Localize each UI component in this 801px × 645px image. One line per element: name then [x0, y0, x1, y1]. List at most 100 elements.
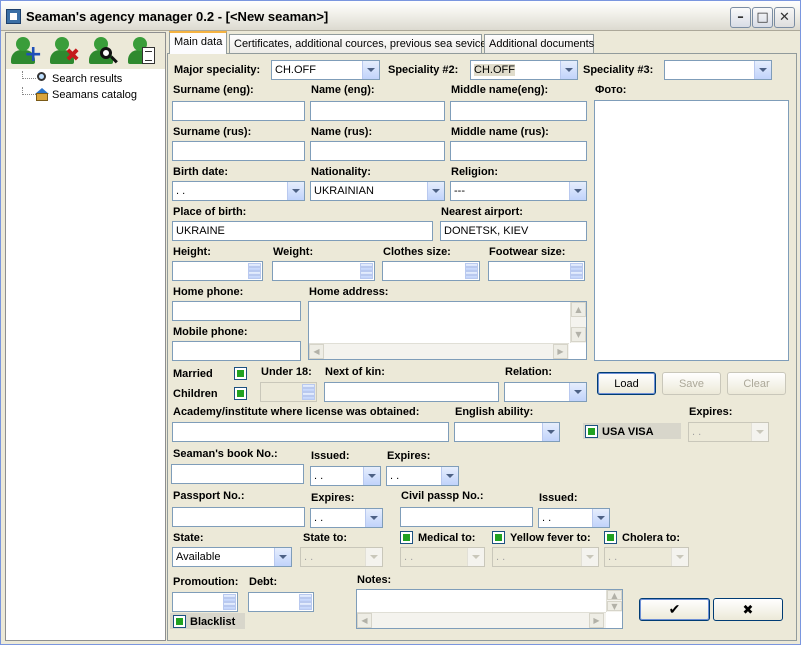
speciality2-select[interactable]: CH.OFF — [470, 60, 578, 80]
load-photo-button[interactable]: Load — [597, 372, 656, 395]
birth-date-picker[interactable]: . . — [172, 181, 305, 201]
horizontal-scrollbar[interactable]: ◀ ▶ — [357, 612, 606, 628]
surname-eng-field[interactable] — [172, 101, 305, 121]
notes-textarea[interactable]: ▲ ▼ ◀ ▶ — [356, 589, 623, 629]
home-address-label: Home address: — [309, 286, 389, 298]
mobile-phone-field[interactable] — [172, 341, 301, 361]
spin-up-icon[interactable] — [465, 263, 478, 271]
tab-additional-documents[interactable]: Additional documents — [484, 34, 594, 54]
spin-up-icon[interactable] — [360, 263, 373, 271]
seamans-book-field[interactable] — [171, 464, 304, 484]
civil-issued-picker[interactable]: . . — [538, 508, 610, 528]
speciality2-label: Speciality #2: — [388, 64, 459, 76]
scroll-right-icon[interactable]: ▶ — [553, 344, 568, 359]
scroll-right-icon[interactable]: ▶ — [589, 613, 604, 628]
vertical-scrollbar[interactable]: ▲ ▼ — [606, 590, 622, 612]
spin-up-icon[interactable] — [570, 263, 583, 271]
spin-down-icon[interactable] — [570, 271, 583, 279]
scroll-left-icon[interactable]: ◀ — [309, 344, 324, 359]
book-expires-picker[interactable]: . . — [386, 466, 459, 486]
children-checkbox[interactable] — [234, 387, 247, 400]
spin-down-icon[interactable] — [248, 271, 261, 279]
spin-up-icon[interactable] — [302, 384, 315, 392]
yellow-fever-to-picker[interactable]: . . — [492, 547, 599, 567]
cholera-to-picker[interactable]: . . — [604, 547, 689, 567]
spin-up-icon[interactable] — [248, 263, 261, 271]
religion-select[interactable]: --- — [450, 181, 587, 201]
nearest-airport-field[interactable]: DONETSK, KIEV — [440, 221, 587, 241]
spin-down-icon[interactable] — [223, 602, 236, 610]
visa-expires-picker[interactable]: . . — [688, 422, 769, 442]
cholera-checkbox[interactable] — [604, 531, 617, 544]
home-address-textarea[interactable]: ▲ ▼ ◀ ▶ — [308, 301, 587, 360]
name-rus-field[interactable] — [310, 141, 445, 161]
save-photo-button[interactable]: Save — [662, 372, 721, 395]
home-phone-field[interactable] — [172, 301, 301, 321]
blacklist-checkbox[interactable] — [173, 615, 186, 628]
name-eng-field[interactable] — [310, 101, 445, 121]
medical-to-picker[interactable]: . . — [400, 547, 485, 567]
tree-item-search-results[interactable]: Search results — [18, 71, 137, 87]
maximize-button[interactable]: □ — [752, 7, 773, 28]
height-stepper[interactable] — [172, 261, 263, 281]
promoution-label: Promoution: — [173, 576, 239, 588]
clothes-size-stepper[interactable] — [382, 261, 480, 281]
civil-passport-field[interactable] — [400, 507, 533, 527]
spin-up-icon[interactable] — [223, 594, 236, 602]
medical-checkbox[interactable] — [400, 531, 413, 544]
clear-photo-button[interactable]: Clear — [727, 372, 786, 395]
scroll-down-icon[interactable]: ▼ — [571, 327, 586, 342]
spin-down-icon[interactable] — [465, 271, 478, 279]
academy-field[interactable] — [172, 422, 449, 442]
horizontal-scrollbar[interactable]: ◀ ▶ — [309, 343, 569, 359]
tree-item-seamans-catalog[interactable]: Seamans catalog — [18, 87, 137, 103]
spin-down-icon[interactable] — [302, 392, 315, 400]
relation-select[interactable] — [504, 382, 587, 402]
footwear-size-stepper[interactable] — [488, 261, 585, 281]
usa-visa-checkbox[interactable] — [585, 425, 598, 438]
promoution-stepper[interactable] — [172, 592, 238, 612]
scroll-down-icon[interactable]: ▼ — [607, 601, 622, 611]
next-of-kin-label: Next of kin: — [325, 366, 385, 378]
english-ability-select[interactable] — [454, 422, 560, 442]
debt-stepper[interactable] — [248, 592, 314, 612]
scroll-left-icon[interactable]: ◀ — [357, 613, 372, 628]
search-seaman-icon[interactable] — [86, 35, 120, 67]
ok-button[interactable]: ✔ — [639, 598, 710, 621]
yellow-fever-checkbox[interactable] — [492, 531, 505, 544]
passport-field[interactable] — [172, 507, 305, 527]
under18-stepper[interactable] — [260, 382, 317, 402]
chevron-down-icon — [569, 182, 586, 200]
book-issued-picker[interactable]: . . — [310, 466, 381, 486]
tab-main-data[interactable]: Main data — [169, 31, 227, 54]
seaman-report-icon[interactable] — [125, 35, 159, 67]
vertical-scrollbar[interactable]: ▲ ▼ — [570, 302, 586, 343]
tab-certificates[interactable]: Certificates, additional cources, previo… — [229, 34, 487, 54]
nearest-airport-label: Nearest airport: — [441, 206, 523, 218]
add-seaman-icon[interactable]: + — [8, 35, 42, 67]
visa-expires-label: Expires: — [689, 406, 733, 418]
middle-rus-field[interactable] — [450, 141, 587, 161]
minimize-button[interactable]: – — [730, 7, 751, 28]
state-select[interactable]: Available — [172, 547, 292, 567]
spin-up-icon[interactable] — [299, 594, 312, 602]
academy-label: Academy/institute where license was obta… — [173, 406, 420, 418]
weight-stepper[interactable] — [272, 261, 375, 281]
state-to-picker[interactable]: . . — [300, 547, 383, 567]
cancel-button[interactable]: ✖ — [713, 598, 783, 621]
spin-down-icon[interactable] — [299, 602, 312, 610]
close-button[interactable]: ✕ — [774, 7, 795, 28]
middle-eng-field[interactable] — [450, 101, 587, 121]
passport-expires-picker[interactable]: . . — [310, 508, 383, 528]
next-of-kin-field[interactable] — [324, 382, 499, 402]
nationality-select[interactable]: UKRAINIAN — [310, 181, 445, 201]
major-speciality-select[interactable]: CH.OFF — [271, 60, 380, 80]
speciality3-select[interactable] — [664, 60, 772, 80]
married-checkbox[interactable] — [234, 367, 247, 380]
scroll-up-icon[interactable]: ▲ — [571, 302, 586, 317]
scroll-up-icon[interactable]: ▲ — [607, 590, 622, 600]
surname-rus-field[interactable] — [172, 141, 305, 161]
delete-seaman-icon[interactable]: ✖ — [47, 35, 81, 67]
spin-down-icon[interactable] — [360, 271, 373, 279]
place-of-birth-field[interactable]: UKRAINE — [172, 221, 433, 241]
